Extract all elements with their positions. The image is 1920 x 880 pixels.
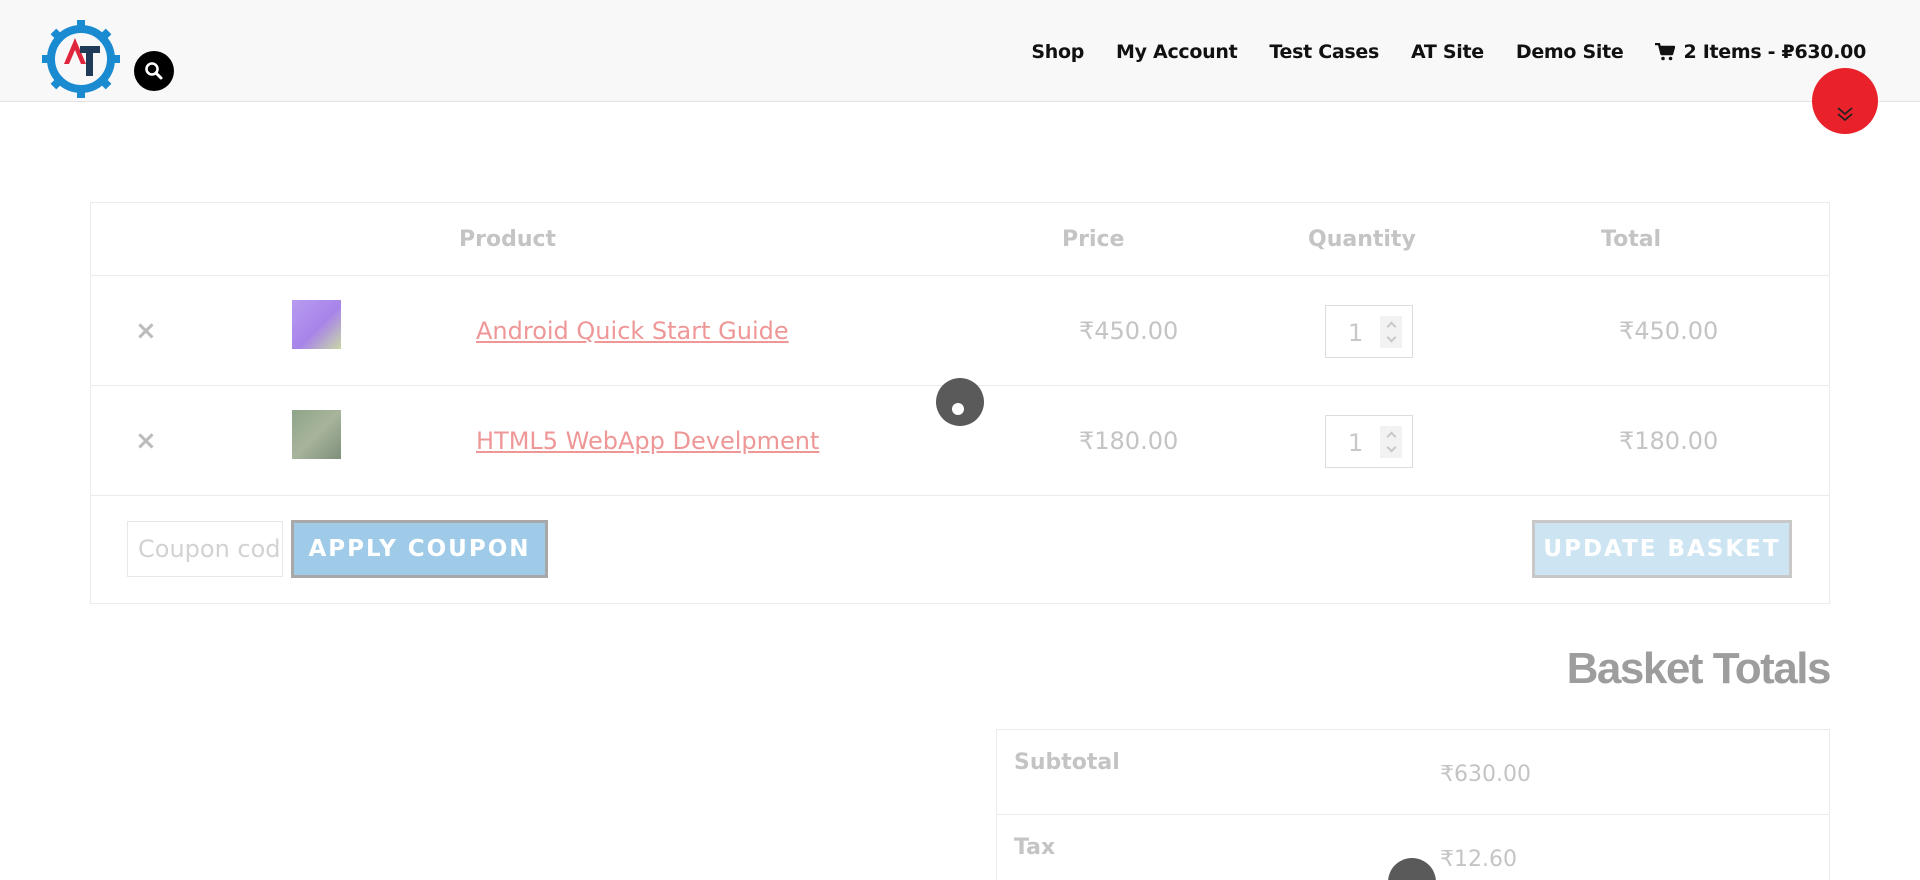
- quantity-value: 1: [1348, 429, 1364, 457]
- apply-coupon-button[interactable]: APPLY COUPON: [291, 520, 548, 578]
- search-icon: [145, 62, 163, 80]
- column-header-product: Product: [459, 227, 557, 252]
- table-row: × Android Quick Start Guide ₹450.00 1 ₹4…: [91, 276, 1829, 386]
- quantity-value: 1: [1348, 319, 1364, 347]
- product-price: ₹450.00: [1079, 317, 1179, 345]
- nav-shop[interactable]: Shop: [1031, 41, 1084, 63]
- main-nav: Shop My Account Test Cases AT Site Demo …: [999, 41, 1866, 63]
- quantity-stepper[interactable]: 1: [1325, 305, 1413, 358]
- subtotal-label: Subtotal: [1014, 750, 1120, 775]
- update-basket-button[interactable]: UPDATE BASKET: [1532, 520, 1792, 578]
- totals-row-subtotal: Subtotal ₹630.00: [997, 730, 1829, 815]
- product-thumbnail[interactable]: [292, 300, 341, 349]
- nav-demo-site[interactable]: Demo Site: [1516, 41, 1624, 63]
- basket-totals-title: Basket Totals: [1566, 644, 1832, 693]
- loading-spinner-icon: [936, 378, 984, 426]
- coupon-code-input[interactable]: [127, 521, 283, 577]
- cart-icon: [1655, 43, 1676, 61]
- nav-at-site[interactable]: AT Site: [1411, 41, 1484, 63]
- tax-value: ₹12.60: [1440, 847, 1517, 872]
- table-header-row: Product Price Quantity Total: [91, 203, 1829, 276]
- tax-label: Tax: [1014, 835, 1056, 860]
- column-header-quantity: Quantity: [1308, 227, 1416, 252]
- page: Shop My Account Test Cases AT Site Demo …: [0, 0, 1920, 880]
- quantity-spinner[interactable]: [1380, 316, 1402, 348]
- product-thumbnail[interactable]: [292, 410, 341, 459]
- search-button[interactable]: [134, 51, 174, 91]
- product-name-link[interactable]: Android Quick Start Guide: [476, 317, 789, 345]
- nav-cart[interactable]: 2 Items - ₽630.00: [1655, 41, 1866, 63]
- product-price: ₹180.00: [1079, 427, 1179, 455]
- remove-icon[interactable]: ×: [135, 316, 157, 346]
- line-total: ₹450.00: [1619, 317, 1719, 345]
- basket-actions-row: APPLY COUPON UPDATE BASKET: [91, 496, 1829, 604]
- subtotal-value: ₹630.00: [1440, 762, 1531, 787]
- quantity-stepper[interactable]: 1: [1325, 415, 1413, 468]
- product-name-link[interactable]: HTML5 WebApp Develpment: [476, 427, 819, 455]
- quantity-spinner[interactable]: [1380, 426, 1402, 458]
- line-total: ₹180.00: [1619, 427, 1719, 455]
- site-header: Shop My Account Test Cases AT Site Demo …: [0, 0, 1920, 102]
- scroll-down-button[interactable]: [1812, 68, 1878, 134]
- remove-icon[interactable]: ×: [135, 426, 157, 456]
- chevron-double-down-icon: [1837, 107, 1853, 122]
- column-header-price: Price: [1062, 227, 1125, 252]
- logo-icon[interactable]: [42, 20, 120, 98]
- column-header-total: Total: [1601, 227, 1662, 252]
- nav-my-account[interactable]: My Account: [1116, 41, 1238, 63]
- cart-summary: 2 Items - ₽630.00: [1683, 41, 1866, 63]
- nav-test-cases[interactable]: Test Cases: [1269, 41, 1379, 63]
